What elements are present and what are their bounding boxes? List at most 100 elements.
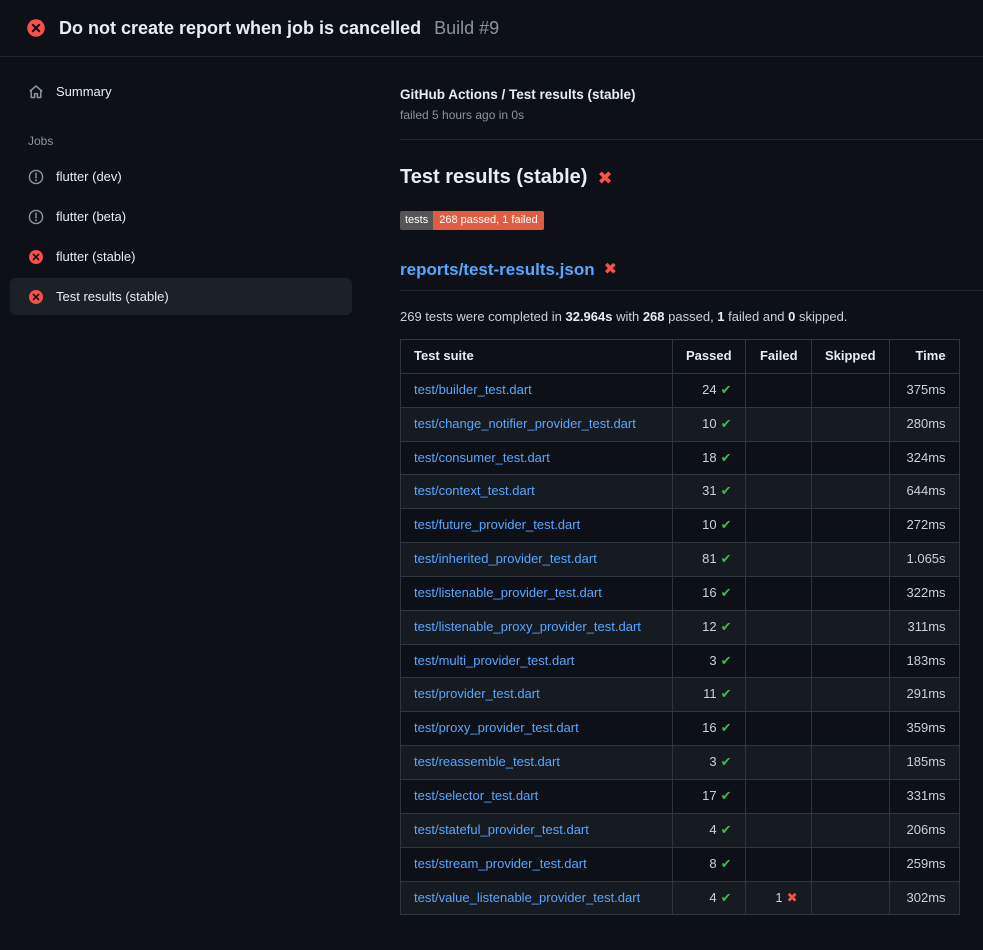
main-content: GitHub Actions / Test results (stable) f… xyxy=(400,57,983,915)
table-row: test/stateful_provider_test.dart 4✔ 206m… xyxy=(401,813,960,847)
passed-cell: 10✔ xyxy=(673,407,746,441)
job-label: flutter (beta) xyxy=(56,209,126,224)
suite-link[interactable]: test/context_test.dart xyxy=(414,483,535,498)
suite-link[interactable]: test/inherited_provider_test.dart xyxy=(414,551,597,566)
time-cell: 311ms xyxy=(889,610,959,644)
failed-cell xyxy=(745,543,811,577)
suite-link[interactable]: test/listenable_proxy_provider_test.dart xyxy=(414,619,641,634)
home-icon xyxy=(28,84,44,100)
passed-cell: 16✔ xyxy=(673,712,746,746)
passed-cell: 16✔ xyxy=(673,576,746,610)
sidebar-item-test-results-stable[interactable]: Test results (stable) xyxy=(10,278,352,315)
failed-cell xyxy=(745,746,811,780)
jobs-section-label: Jobs xyxy=(28,134,400,148)
skipped-cell xyxy=(811,712,889,746)
tests-badge: tests 268 passed, 1 failed xyxy=(400,211,544,230)
report-heading-row: reports/test-results.json ✖ xyxy=(400,260,983,291)
summary-text: 269 tests were completed in xyxy=(400,309,565,324)
suite-link[interactable]: test/stream_provider_test.dart xyxy=(414,856,587,871)
failed-cell xyxy=(745,644,811,678)
suite-link[interactable]: test/selector_test.dart xyxy=(414,788,538,803)
page-title-row: Test results (stable) ✖ xyxy=(400,166,983,189)
check-icon: ✔ xyxy=(721,551,732,566)
badge-label: tests xyxy=(400,211,433,230)
suite-link[interactable]: test/stateful_provider_test.dart xyxy=(414,822,589,837)
time-cell: 302ms xyxy=(889,881,959,915)
suite-link[interactable]: test/provider_test.dart xyxy=(414,686,540,701)
check-icon: ✔ xyxy=(721,720,732,735)
time-cell: 259ms xyxy=(889,847,959,881)
check-icon: ✔ xyxy=(721,822,732,837)
build-header: Do not create report when job is cancell… xyxy=(0,0,983,57)
suite-link[interactable]: test/builder_test.dart xyxy=(414,382,532,397)
check-icon: ✔ xyxy=(721,450,732,465)
job-label: flutter (dev) xyxy=(56,169,122,184)
page-layout: Summary Jobs flutter (dev) xyxy=(0,57,983,915)
table-row: test/builder_test.dart 24✔ 375ms xyxy=(401,373,960,407)
failed-cell xyxy=(745,779,811,813)
failed-x-icon: ✖ xyxy=(597,169,612,187)
table-row: test/value_listenable_provider_test.dart… xyxy=(401,881,960,915)
suite-link[interactable]: test/proxy_provider_test.dart xyxy=(414,720,579,735)
check-icon: ✔ xyxy=(721,890,732,905)
failed-cell xyxy=(745,407,811,441)
time-cell: 185ms xyxy=(889,746,959,780)
check-icon: ✔ xyxy=(721,788,732,803)
time-cell: 280ms xyxy=(889,407,959,441)
sidebar-summary-label: Summary xyxy=(56,84,112,99)
suite-link[interactable]: test/change_notifier_provider_test.dart xyxy=(414,416,636,431)
build-failed-status-icon xyxy=(26,18,46,38)
suite-link[interactable]: test/consumer_test.dart xyxy=(414,450,550,465)
sidebar-item-summary[interactable]: Summary xyxy=(10,73,352,110)
check-icon: ✔ xyxy=(721,382,732,397)
skipped-cell xyxy=(811,441,889,475)
skipped-cell xyxy=(811,746,889,780)
failed-cell: 1✖ xyxy=(745,881,811,915)
check-icon: ✔ xyxy=(721,686,732,701)
column-header-skipped: Skipped xyxy=(811,340,889,374)
passed-cell: 4✔ xyxy=(673,881,746,915)
suite-link[interactable]: test/multi_provider_test.dart xyxy=(414,653,574,668)
skipped-cell xyxy=(811,407,889,441)
skipped-cell xyxy=(811,576,889,610)
sidebar-item-flutter-dev[interactable]: flutter (dev) xyxy=(10,158,352,195)
breadcrumb: GitHub Actions / Test results (stable) xyxy=(400,87,983,102)
total-duration: 32.964s xyxy=(565,309,612,324)
skipped-cell xyxy=(811,644,889,678)
passed-cell: 10✔ xyxy=(673,509,746,543)
passed-cell: 31✔ xyxy=(673,475,746,509)
page-title: Test results (stable) xyxy=(400,166,587,189)
check-icon: ✔ xyxy=(721,754,732,769)
time-cell: 331ms xyxy=(889,779,959,813)
failed-status-icon xyxy=(28,289,44,305)
suite-link[interactable]: test/value_listenable_provider_test.dart xyxy=(414,890,640,905)
suite-link[interactable]: test/listenable_provider_test.dart xyxy=(414,585,602,600)
report-link[interactable]: reports/test-results.json xyxy=(400,260,595,280)
table-row: test/provider_test.dart 11✔ 291ms xyxy=(401,678,960,712)
summary-text: passed, xyxy=(665,309,718,324)
passed-cell: 17✔ xyxy=(673,779,746,813)
summary-line: 269 tests were completed in 32.964s with… xyxy=(400,309,983,324)
results-table: Test suite Passed Failed Skipped Time te… xyxy=(400,339,960,915)
skipped-cell xyxy=(811,678,889,712)
check-icon: ✔ xyxy=(721,619,732,634)
build-number: Build #9 xyxy=(434,18,499,39)
sidebar: Summary Jobs flutter (dev) xyxy=(0,57,400,318)
passed-cell: 81✔ xyxy=(673,543,746,577)
sidebar-item-flutter-stable[interactable]: flutter (stable) xyxy=(10,238,352,275)
skipped-cell xyxy=(811,543,889,577)
suite-link[interactable]: test/future_provider_test.dart xyxy=(414,517,580,532)
failed-status-icon xyxy=(28,249,44,265)
column-header-time: Time xyxy=(889,340,959,374)
sidebar-item-flutter-beta[interactable]: flutter (beta) xyxy=(10,198,352,235)
failed-cell xyxy=(745,847,811,881)
summary-text: skipped. xyxy=(795,309,847,324)
suite-link[interactable]: test/reassemble_test.dart xyxy=(414,754,560,769)
table-row: test/context_test.dart 31✔ 644ms xyxy=(401,475,960,509)
column-header-passed: Passed xyxy=(673,340,746,374)
table-header-row: Test suite Passed Failed Skipped Time xyxy=(401,340,960,374)
time-cell: 644ms xyxy=(889,475,959,509)
passed-cell: 11✔ xyxy=(673,678,746,712)
job-label: Test results (stable) xyxy=(56,289,169,304)
results-table-head: Test suite Passed Failed Skipped Time xyxy=(401,340,960,374)
